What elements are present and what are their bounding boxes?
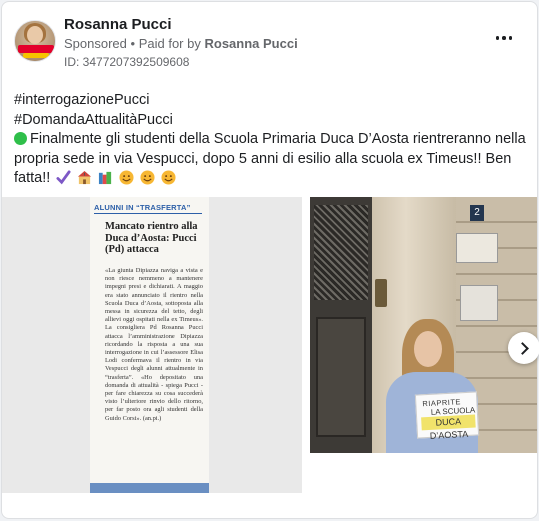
sponsored-meta: Sponsored • Paid for by Rosanna Pucci bbox=[64, 36, 298, 51]
protest-sign: RIAPRITE LA SCUOLA DUCA D’AOSTA bbox=[414, 391, 480, 441]
wall-plaque bbox=[456, 233, 498, 263]
author-avatar[interactable] bbox=[14, 20, 56, 62]
sponsored-label: Sponsored bbox=[64, 36, 127, 51]
paid-for-prefix: Paid for by bbox=[138, 36, 201, 51]
school-icon bbox=[78, 170, 92, 185]
ad-id: ID: 3477207392509608 bbox=[64, 55, 190, 69]
house-number: 2 bbox=[470, 205, 484, 221]
wall-notice bbox=[460, 285, 498, 321]
meta-separator: • bbox=[130, 36, 136, 51]
newspaper-headline: Mancato rientro alla Duca d’Aosta: Pucci… bbox=[105, 221, 198, 255]
media-carousel[interactable]: ALUNNI IN “TRASFERTA” Mancato rientro al… bbox=[2, 197, 537, 493]
intercom bbox=[375, 279, 387, 307]
smile-icon bbox=[119, 170, 134, 185]
post-body-line-3: fatta!! bbox=[14, 169, 529, 189]
newspaper-page: ALUNNI IN “TRASFERTA” Mancato rientro al… bbox=[90, 197, 209, 493]
newspaper-body: «La giunta Dipiazza naviga a vista e non… bbox=[105, 267, 203, 422]
green-circle-icon bbox=[14, 132, 27, 145]
post-text: #interrogazionePucci #DomandaAttualitàPu… bbox=[14, 91, 529, 189]
carousel-next-button[interactable] bbox=[508, 332, 539, 364]
paid-for-name[interactable]: Rosanna Pucci bbox=[204, 36, 297, 51]
protest-photo-image[interactable]: 2 RIAPRITE LA SCUOLA DUCA D’AOSTA bbox=[310, 197, 537, 453]
hashtag-interrogazione[interactable]: #interrogazionePucci bbox=[14, 91, 529, 111]
hashtag-domanda[interactable]: #DomandaAttualitàPucci bbox=[14, 111, 529, 131]
check-mark-icon bbox=[56, 170, 71, 185]
more-options-icon[interactable] bbox=[493, 31, 515, 45]
smile-icon bbox=[161, 170, 176, 185]
chevron-right-icon bbox=[516, 341, 529, 355]
newspaper-clipping-image[interactable]: ALUNNI IN “TRASFERTA” Mancato rientro al… bbox=[2, 197, 302, 493]
newspaper-section: ALUNNI IN “TRASFERTA” bbox=[94, 203, 191, 212]
ad-card: Rosanna Pucci Sponsored • Paid for by Ro… bbox=[1, 1, 538, 519]
post-body-line-2: propria sede in via Vespucci, dopo 5 ann… bbox=[14, 150, 512, 167]
books-icon bbox=[99, 171, 112, 185]
smile-icon bbox=[140, 170, 155, 185]
author-name[interactable]: Rosanna Pucci bbox=[64, 16, 172, 33]
post-body-line-1: Finalmente gli studenti della Scuola Pri… bbox=[14, 130, 529, 150]
